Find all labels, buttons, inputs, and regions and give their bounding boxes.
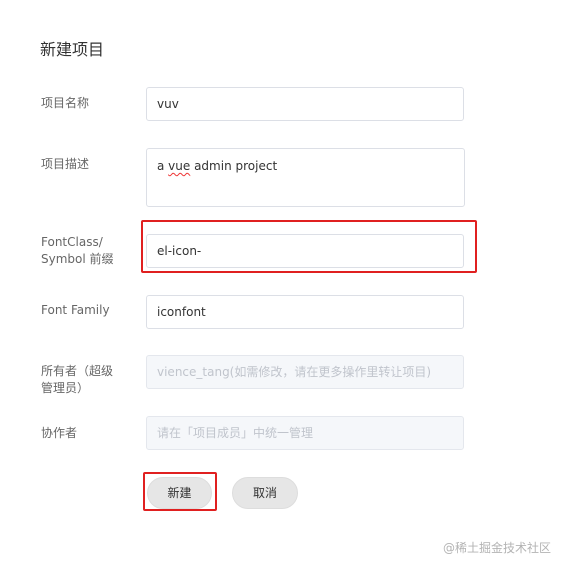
cancel-button[interactable]: 取消 — [232, 477, 298, 509]
description-flagged-word: vue — [168, 159, 191, 173]
owner-label-line1: 所有者（超级 — [41, 364, 114, 378]
font-family-input[interactable]: iconfont — [146, 295, 464, 329]
watermark: @稀土掘金技术社区 — [442, 541, 551, 555]
project-description-label: 项目描述 — [41, 157, 90, 171]
font-class-highlight — [141, 220, 477, 273]
owner-input: vience_tang(如需修改，请在更多操作里转让项目) — [146, 355, 464, 389]
font-class-label-line1: FontClass/ — [41, 235, 103, 249]
font-family-label: Font Family — [41, 303, 110, 317]
description-text-prefix: a — [157, 159, 169, 173]
font-class-label: FontClass/ Symbol 前缀 — [41, 234, 131, 268]
owner-label: 所有者（超级 管理员） — [41, 363, 131, 397]
description-text-suffix: admin project — [190, 159, 278, 173]
font-class-label-line2: Symbol 前缀 — [41, 252, 114, 266]
project-name-input[interactable]: vuv — [146, 87, 464, 121]
dialog-title: 新建项目 — [40, 40, 105, 59]
collaborators-input: 请在「项目成员」中统一管理 — [146, 416, 464, 450]
project-description-textarea[interactable]: a vue admin project — [146, 148, 465, 207]
collaborators-label: 协作者 — [41, 426, 78, 440]
owner-label-line2: 管理员） — [41, 381, 90, 395]
create-button-highlight — [143, 472, 217, 511]
project-name-label: 项目名称 — [41, 96, 90, 110]
